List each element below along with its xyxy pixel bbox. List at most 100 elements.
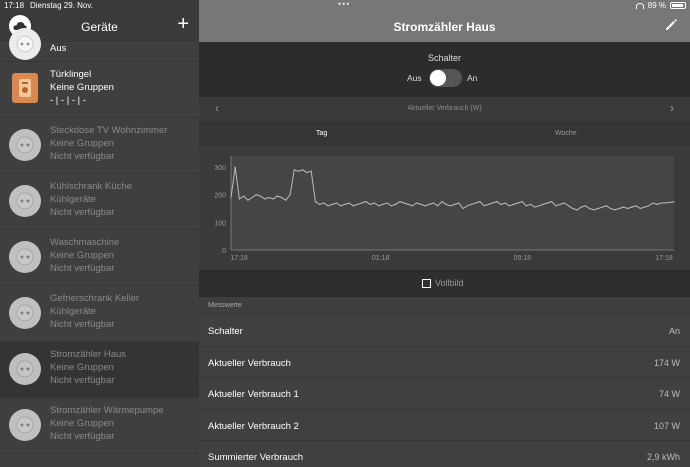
- data-point: [513, 203, 515, 205]
- data-point: [593, 209, 595, 211]
- switch-off-label: Aus: [407, 73, 422, 83]
- data-point: [673, 201, 675, 203]
- data-point: [319, 203, 321, 205]
- multitasking-dots[interactable]: •••: [338, 0, 350, 9]
- data-point: [458, 202, 460, 204]
- row-value: 174 W: [653, 357, 680, 368]
- socket-icon: [9, 353, 41, 385]
- list-item[interactable]: Steckdose TV Wohnzimmer Keine Gruppen Nich…: [0, 118, 199, 174]
- data-point: [285, 199, 287, 201]
- fullscreen-button[interactable]: Vollbild: [422, 278, 464, 288]
- data-point: [504, 202, 506, 204]
- y-tick-label: 200: [214, 193, 226, 200]
- power-toggle[interactable]: [429, 69, 462, 87]
- y-tick-label: 300: [214, 165, 226, 172]
- data-point: [357, 203, 359, 205]
- socket-icon: [9, 241, 41, 273]
- plus-icon[interactable]: +: [177, 14, 189, 34]
- data-point: [580, 206, 582, 208]
- row-value: 74 W: [658, 389, 680, 399]
- data-point: [487, 203, 489, 205]
- pencil-icon[interactable]: [664, 18, 678, 32]
- device-name: Stromzähler Haus: [50, 349, 127, 360]
- device-status: Nicht verfügbar: [50, 319, 115, 330]
- y-tick-label: 100: [214, 220, 226, 227]
- data-point: [437, 205, 439, 207]
- socket-icon: [9, 185, 41, 217]
- measurement-list: Schalter An Aktueller Verbrauch 174 W Aktuel…: [199, 315, 690, 467]
- data-point: [665, 202, 667, 204]
- list-item[interactable]: Gefrierschrank Keller Kühlgeräte Nicht ver…: [0, 286, 199, 342]
- device-list: Aus Türklingel Keine Gruppen - | - | - | - S…: [0, 28, 199, 454]
- list-item[interactable]: Stromzähler Haus Keine Gruppen Nicht verfü…: [0, 342, 199, 398]
- data-point: [335, 202, 338, 204]
- data-point: [631, 206, 633, 208]
- data-point: [407, 203, 409, 205]
- list-item-text: Türklingel Keine Gruppen - | - | - | -: [50, 68, 114, 107]
- table-row[interactable]: Aktueller Verbrauch 2 107 W: [199, 409, 690, 441]
- tab-week[interactable]: Woche: [555, 130, 577, 137]
- table-row[interactable]: Aktueller Verbrauch 174 W: [199, 346, 690, 378]
- device-status: Nicht verfügbar: [50, 431, 115, 442]
- data-point: [416, 202, 418, 204]
- data-point: [327, 205, 329, 207]
- data-point: [251, 196, 253, 199]
- data-point: [378, 205, 380, 207]
- list-item-text: Stromzähler Wärmepumpe Keine Gruppen Nicht…: [50, 404, 164, 443]
- battery-percent: 89 %: [647, 1, 666, 10]
- data-point: [238, 198, 240, 200]
- chevron-right-icon[interactable]: ›: [670, 101, 674, 115]
- data-point: [420, 203, 422, 205]
- section-label: Messwerte: [208, 302, 242, 309]
- table-row[interactable]: Aktueller Verbrauch 1 74 W: [199, 378, 690, 410]
- data-point: [601, 206, 603, 208]
- data-point: [622, 206, 624, 208]
- data-point: [525, 205, 527, 207]
- data-point: [563, 202, 565, 204]
- data-point: [264, 198, 266, 200]
- data-point: [323, 202, 325, 204]
- device-group: Keine Gruppen: [50, 82, 114, 93]
- data-point: [449, 205, 451, 207]
- data-point: [268, 196, 270, 199]
- device-name: Steckdose TV Wohnzimmer: [50, 125, 168, 136]
- list-item[interactable]: Türklingel Keine Gruppen - | - | - | -: [0, 62, 199, 118]
- data-point: [411, 205, 413, 207]
- data-point: [382, 203, 384, 205]
- data-point: [454, 203, 456, 205]
- data-point: [466, 205, 468, 207]
- data-point: [475, 202, 477, 204]
- list-item-text: Steckdose TV Wohnzimmer Keine Gruppen Nich…: [50, 124, 167, 163]
- row-label: Aktueller Verbrauch 2: [208, 420, 299, 432]
- data-point: [576, 209, 578, 211]
- list-item-text: Gefrierschrank Keller Kühlgeräte Nicht ver…: [50, 292, 139, 331]
- data-point: [243, 195, 245, 197]
- table-row[interactable]: Schalter An: [199, 315, 690, 347]
- list-item[interactable]: Stromzähler Wärmepumpe Keine Gruppen Nicht…: [0, 398, 199, 454]
- switch-section: Schalter Aus An: [199, 42, 690, 92]
- list-item-text: Waschmaschine Keine Gruppen Nicht verfügba…: [50, 236, 119, 275]
- data-point: [340, 205, 342, 207]
- status-bar: 17:18 Dienstag 29. Nov. ••• 89 %: [0, 0, 690, 12]
- device-status: Nicht verfügbar: [50, 207, 115, 218]
- data-point: [589, 207, 591, 210]
- table-row[interactable]: Summierter Verbrauch 2,9 kWh: [199, 441, 690, 467]
- data-point: [428, 203, 430, 205]
- row-label: Summierter Verbrauch: [208, 452, 304, 463]
- data-point: [496, 201, 498, 203]
- consumption-chart: 0 100 200 300 17:18 01:18 09:18 17:18: [199, 146, 690, 270]
- data-point: [492, 202, 494, 204]
- data-point: [369, 203, 371, 205]
- list-item[interactable]: Kühlschrank Küche Kühlgeräte Nicht verfügb…: [0, 174, 199, 230]
- list-item[interactable]: Waschmaschine Keine Gruppen Nicht verfügba…: [0, 230, 199, 286]
- data-point: [534, 206, 536, 208]
- fullscreen-bar: Vollbild: [199, 271, 690, 296]
- socket-icon: [9, 129, 41, 161]
- data-point: [361, 202, 363, 204]
- data-point: [639, 207, 641, 210]
- tab-day[interactable]: Tag: [316, 130, 327, 137]
- list-item[interactable]: Aus: [0, 28, 199, 62]
- data-point: [546, 202, 548, 204]
- data-point: [441, 201, 443, 203]
- row-label: Aktueller Verbrauch: [208, 357, 291, 369]
